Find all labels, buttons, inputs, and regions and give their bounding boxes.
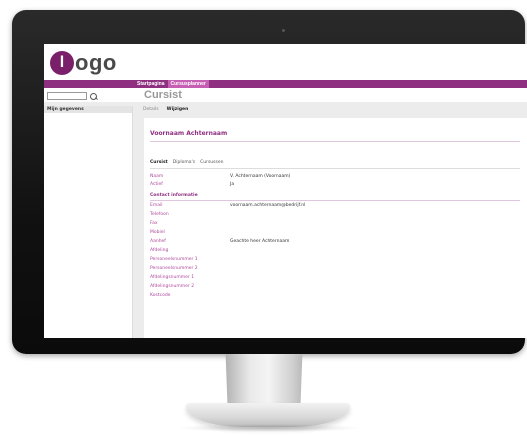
field-value: V. Achternaam (Voornaam) bbox=[230, 174, 291, 179]
field-row-kostcode: Kostcode bbox=[150, 293, 230, 299]
page-title: Cursist bbox=[144, 89, 182, 101]
field-row-mobiel: Mobiel bbox=[150, 230, 230, 236]
field-row-fax: Fax bbox=[150, 221, 230, 227]
top-nav: Startpagina Cursusplanner bbox=[134, 80, 209, 88]
logo-mark: l bbox=[50, 51, 74, 75]
sidebar-item-mijn-gegevens[interactable]: Mijn gegevens bbox=[44, 106, 132, 113]
tab-diplomas[interactable]: Diploma's bbox=[173, 160, 195, 165]
field-label: Email bbox=[150, 203, 163, 208]
field-value: Ja bbox=[230, 182, 235, 187]
field-label: Personeelsnummer 2 bbox=[150, 266, 198, 271]
field-row-personeelsnummer-2: Personeelsnummer 2 bbox=[150, 266, 230, 272]
field-row-telefoon: Telefoon bbox=[150, 212, 230, 218]
sub-tabs: Details Wijzigen bbox=[139, 106, 192, 114]
search-bar bbox=[47, 92, 97, 100]
logo[interactable]: l ogo bbox=[50, 50, 117, 76]
field-label: Personeelsnummer 1 bbox=[150, 257, 198, 262]
main-panel: Voornaam Achternaam Cursist Diploma's Cu… bbox=[144, 118, 527, 338]
field-label: Fax bbox=[150, 221, 158, 226]
field-value: voornaam.achternaam@bedrijf.nl bbox=[230, 203, 306, 208]
field-label: Afdelingsnummer 1 bbox=[150, 275, 195, 280]
field-label: Afdeling bbox=[150, 248, 169, 253]
sidebar: Mijn gegevens bbox=[44, 106, 133, 338]
field-label: Mobiel bbox=[150, 230, 165, 235]
field-value: Geachte heer Achternaam bbox=[230, 239, 290, 244]
field-label: Naam bbox=[150, 174, 164, 179]
search-icon[interactable] bbox=[90, 92, 97, 100]
field-row-email: Email voornaam.achternaam@bedrijf.nl bbox=[150, 203, 305, 209]
field-label: Kostcode bbox=[150, 293, 171, 298]
field-row-afdeling: Afdeling bbox=[150, 248, 230, 254]
stand-shadow bbox=[176, 424, 362, 432]
person-name: Voornaam Achternaam bbox=[150, 130, 228, 137]
divider bbox=[150, 200, 520, 201]
divider bbox=[150, 141, 520, 142]
camera-dot bbox=[282, 29, 285, 32]
field-row-afdelingsnummer-2: Afdelingsnummer 2 bbox=[150, 284, 230, 290]
field-label: Aanhef bbox=[150, 239, 166, 244]
subtab-details[interactable]: Details bbox=[139, 106, 163, 114]
field-row-actief: Actief Ja bbox=[150, 182, 234, 188]
section-title-contact: Contact informatie bbox=[150, 193, 198, 198]
divider bbox=[150, 168, 520, 169]
field-row-naam: Naam V. Achternaam (Voornaam) bbox=[150, 174, 290, 180]
field-row-afdelingsnummer-1: Afdelingsnummer 1 bbox=[150, 275, 230, 281]
nav-item-cursusplanner[interactable]: Cursusplanner bbox=[167, 80, 209, 88]
subtab-wijzigen[interactable]: Wijzigen bbox=[163, 106, 193, 114]
logo-text: ogo bbox=[75, 50, 117, 75]
detail-tabs: Cursist Diploma's Cursussen bbox=[150, 160, 228, 165]
tab-cursist[interactable]: Cursist bbox=[150, 160, 168, 165]
field-label: Actief bbox=[150, 182, 163, 187]
field-label: Afdelingsnummer 2 bbox=[150, 284, 195, 289]
top-nav-bar bbox=[44, 80, 527, 88]
screen: l ogo Startpagina Cursusplanner Cursist … bbox=[44, 44, 527, 338]
field-label: Telefoon bbox=[150, 212, 169, 217]
field-row-aanhef: Aanhef Geachte heer Achternaam bbox=[150, 239, 289, 245]
tab-cursussen[interactable]: Cursussen bbox=[200, 160, 223, 165]
nav-item-startpagina[interactable]: Startpagina bbox=[134, 80, 168, 88]
search-input[interactable] bbox=[47, 92, 87, 100]
monitor-stand-neck bbox=[225, 354, 303, 406]
field-row-personeelsnummer-1: Personeelsnummer 1 bbox=[150, 257, 230, 263]
